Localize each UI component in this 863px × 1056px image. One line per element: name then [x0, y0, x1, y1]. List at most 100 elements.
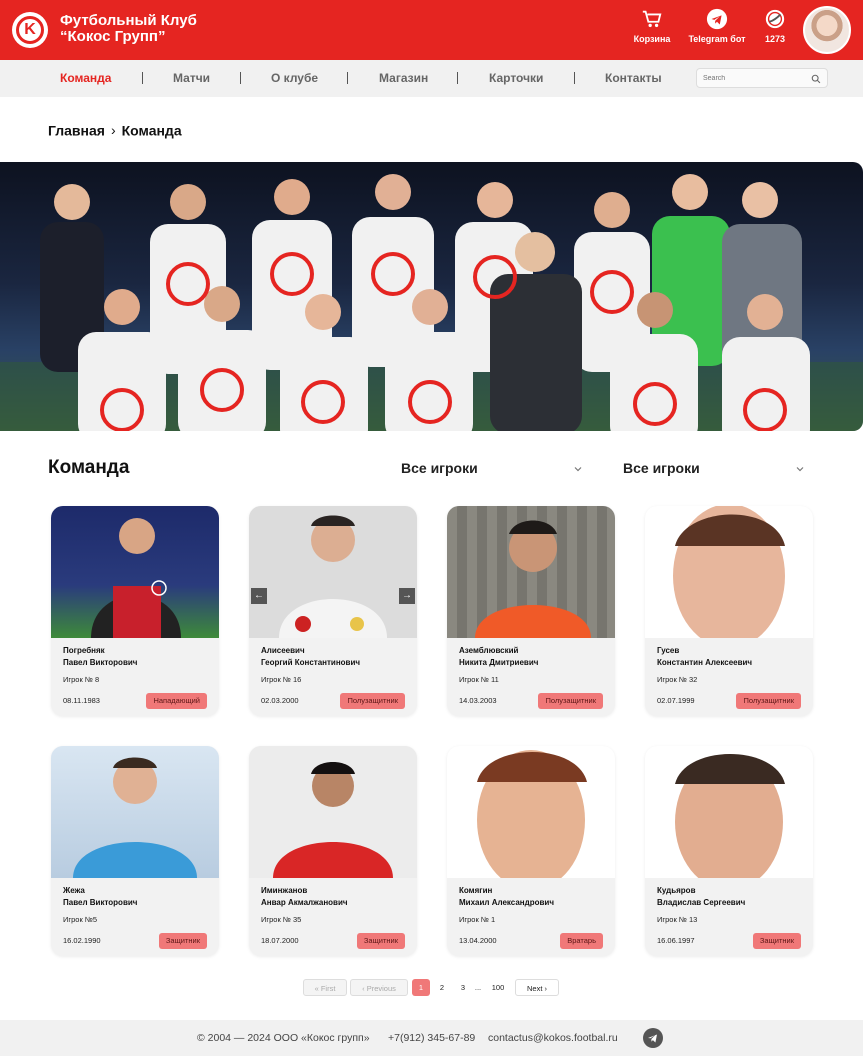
player-first-name: Владислав Сергеевич — [657, 898, 746, 907]
filter-value: Все игроки — [623, 460, 700, 476]
breadcrumb-home[interactable]: Главная — [48, 122, 105, 138]
club-name: Футбольный Клуб “Кокос Групп” — [60, 12, 197, 45]
cart-button[interactable]: Корзина — [632, 8, 672, 44]
pagination-first[interactable]: « First — [303, 979, 347, 996]
nav-divider — [457, 72, 458, 84]
search-icon[interactable] — [811, 74, 821, 84]
player-last-name: Иминжанов — [261, 886, 308, 895]
player-birthdate: 16.02.1990 — [63, 936, 101, 945]
position-badge: Нападающий — [146, 693, 207, 709]
telegram-icon[interactable] — [643, 1028, 663, 1048]
photo-prev-button[interactable]: ← — [251, 588, 267, 604]
player-birthdate: 13.04.2000 — [459, 936, 497, 945]
pagination-page[interactable]: 3 — [455, 979, 471, 996]
nav-contacts[interactable]: Контакты — [605, 71, 662, 85]
player-last-name: Кудьяров — [657, 886, 696, 895]
position-badge: Защитник — [158, 933, 207, 949]
user-avatar[interactable] — [803, 6, 851, 54]
nav-divider — [347, 72, 348, 84]
player-photo — [249, 506, 417, 638]
pagination-previous[interactable]: ‹ Previous — [350, 979, 408, 996]
player-card[interactable]: Комягин Михаил Александрович Игрок № 1 13… — [447, 746, 615, 956]
nav-shop[interactable]: Магазин — [379, 71, 428, 85]
pagination-next-label: Next — [526, 984, 543, 993]
nav-team[interactable]: Команда — [60, 71, 111, 85]
coins-balance[interactable]: 1273 — [760, 8, 790, 44]
player-name: Жежа Павел Викторович — [63, 885, 137, 909]
footer: © 2004 — 2024 ООО «Кокос групп» +7(912) … — [0, 1020, 863, 1056]
player-photo — [51, 746, 219, 878]
player-number: Игрок № 8 — [63, 675, 100, 684]
photo-next-button[interactable]: → — [399, 588, 415, 604]
search-input[interactable] — [703, 72, 803, 85]
player-last-name: Гусев — [657, 646, 680, 655]
player-number: Игрок № 16 — [261, 675, 302, 684]
footer-copyright: © 2004 — 2024 ООО «Кокос групп» — [197, 1032, 370, 1044]
player-name: Иминжанов Анвар Акмалжанович — [261, 885, 348, 909]
nav-about[interactable]: О клубе — [271, 71, 318, 85]
nav-matches[interactable]: Матчи — [173, 71, 210, 85]
player-card[interactable]: Погребняк Павел Викторович Игрок № 8 08.1… — [51, 506, 219, 716]
player-number: Игрок № 32 — [657, 675, 698, 684]
pagination-last-page[interactable]: 100 — [487, 979, 509, 996]
player-number: Игрок №5 — [63, 915, 98, 924]
player-birthdate: 18.07.2000 — [261, 936, 299, 945]
telegram-bot-button[interactable]: Telegram бот — [686, 8, 748, 44]
player-card[interactable]: Кудьяров Владислав Сергеевич Игрок № 13 1… — [645, 746, 813, 956]
player-filter-select[interactable]: Все игроки — [401, 460, 587, 480]
player-last-name: Алисеевич — [261, 646, 305, 655]
pagination-next[interactable]: Next › — [515, 979, 559, 996]
pagination-page[interactable]: 2 — [434, 979, 450, 996]
player-photo — [447, 506, 615, 638]
position-badge: Полузащитник — [538, 693, 603, 709]
position-badge: Защитник — [356, 933, 405, 949]
player-birthdate: 02.03.2000 — [261, 696, 299, 705]
player-number: Игрок № 35 — [261, 915, 302, 924]
player-birthdate: 08.11.1983 — [63, 696, 100, 705]
player-first-name: Никита Дмитриевич — [459, 658, 539, 667]
telegram-label: Telegram бот — [688, 34, 746, 44]
player-photo — [645, 746, 813, 878]
player-name: Погребняк Павел Викторович — [63, 645, 137, 669]
footer-email[interactable]: contactus@kokos.footbal.ru — [488, 1032, 618, 1044]
player-photo — [51, 506, 219, 638]
player-card[interactable]: ← → Алисеевич Георгий Константинович Игро… — [249, 506, 417, 716]
logo-letter: K — [16, 16, 44, 44]
nav-divider — [240, 72, 241, 84]
player-photo — [249, 746, 417, 878]
player-filter-select-2[interactable]: Все игроки — [623, 460, 809, 480]
team-photo-illustration — [0, 174, 863, 431]
chevron-down-icon — [574, 467, 582, 472]
player-card[interactable]: Гусев Константин Алексеевич Игрок № 32 02… — [645, 506, 813, 716]
cart-icon — [642, 10, 662, 28]
search-box[interactable] — [696, 68, 828, 88]
player-card[interactable]: Иминжанов Анвар Акмалжанович Игрок № 35 1… — [249, 746, 417, 956]
pagination-ellipsis: ... — [474, 983, 482, 992]
chevron-right-icon: › — [110, 122, 116, 139]
footer-phone[interactable]: +7(912) 345-67-89 — [388, 1032, 475, 1044]
club-logo[interactable]: K — [12, 12, 48, 48]
nav-divider — [142, 72, 143, 84]
coin-icon — [765, 9, 785, 29]
telegram-icon — [706, 8, 728, 30]
pagination-first-label: First — [320, 984, 336, 993]
player-name: Алисеевич Георгий Константинович — [261, 645, 360, 669]
player-card[interactable]: Аземблювский Никита Дмитриевич Игрок № 11… — [447, 506, 615, 716]
pagination-page-current[interactable]: 1 — [412, 979, 430, 996]
player-name: Кудьяров Владислав Сергеевич — [657, 885, 745, 909]
player-first-name: Павел Викторович — [63, 898, 138, 907]
player-name: Аземблювский Никита Дмитриевич — [459, 645, 538, 669]
player-birthdate: 02.07.1999 — [657, 696, 695, 705]
player-number: Игрок № 1 — [459, 915, 496, 924]
breadcrumb: Главная › Команда — [48, 121, 182, 138]
nav-cards[interactable]: Карточки — [489, 71, 543, 85]
nav-divider — [574, 72, 575, 84]
player-last-name: Аземблювский — [459, 646, 519, 655]
filter-value: Все игроки — [401, 460, 478, 476]
breadcrumb-current: Команда — [121, 122, 182, 139]
position-badge: Защитник — [752, 933, 801, 949]
player-card[interactable]: Жежа Павел Викторович Игрок №5 16.02.1990… — [51, 746, 219, 956]
pagination-previous-label: Previous — [366, 984, 396, 993]
player-last-name: Жежа — [63, 886, 85, 895]
position-badge: Полузащитник — [736, 693, 801, 709]
